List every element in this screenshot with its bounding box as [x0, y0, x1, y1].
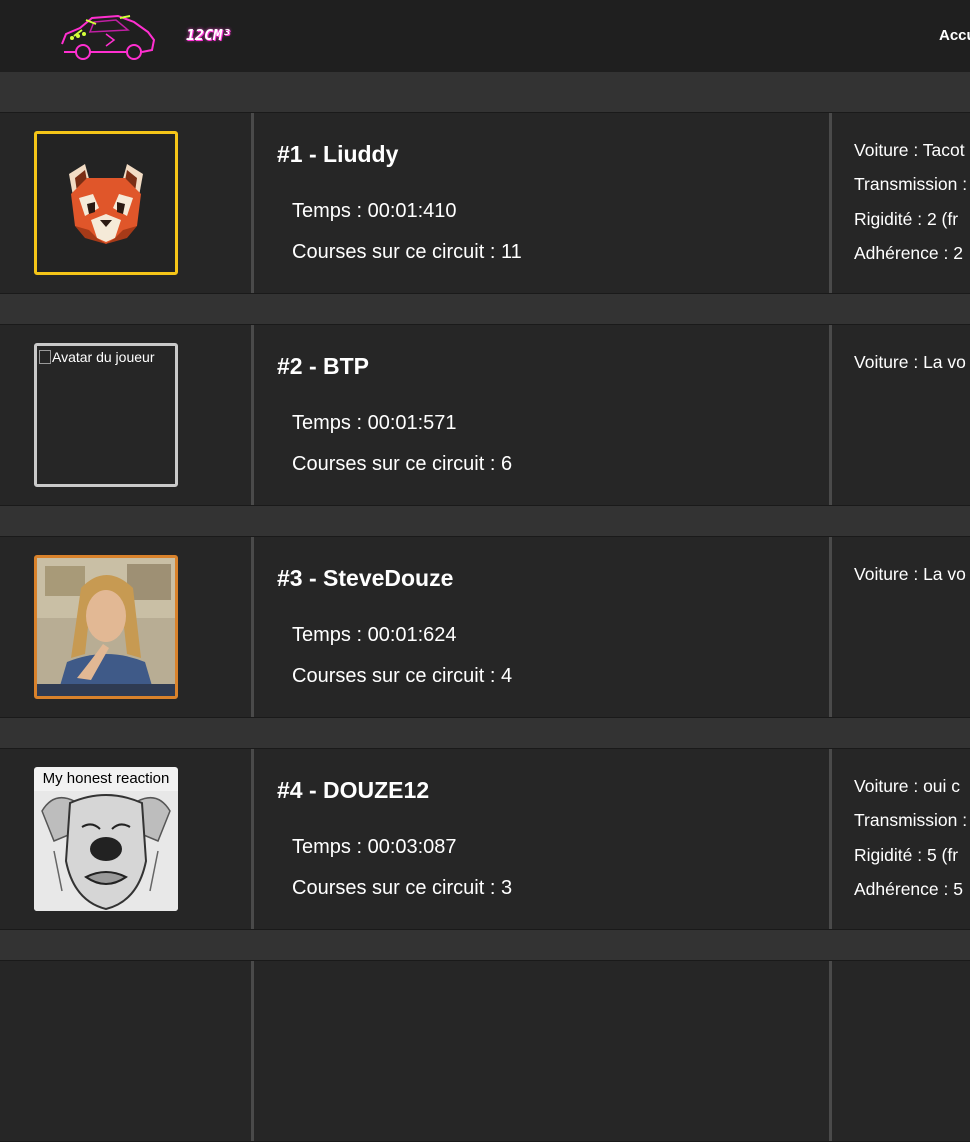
avatar-alt-text: Avatar du joueur [39, 349, 154, 365]
row-divider-right [829, 325, 832, 505]
car-transmission: Transmission : [854, 174, 968, 194]
leaderboard-row [0, 960, 970, 1142]
neon-car-logo-icon[interactable] [56, 10, 160, 62]
car-rigidity: Rigidité : 5 (fr [854, 845, 959, 865]
car-name: Voiture : Tacot [854, 140, 965, 160]
row-divider-left [251, 113, 254, 293]
row-divider-right [829, 537, 832, 717]
player-avatar: Avatar du joueur [34, 343, 178, 487]
car-grip: Adhérence : 5 [854, 879, 963, 899]
car-name: Voiture : La vo [854, 352, 966, 372]
player-avatar: My honest reaction [34, 767, 178, 911]
player-rank-name: #2 - BTP [277, 353, 370, 379]
nav-link-accueil[interactable]: Accu [939, 27, 970, 44]
row-divider-left [251, 537, 254, 717]
row-divider-right [829, 749, 832, 929]
player-rank-name: #1 - Liuddy [277, 141, 399, 167]
player-race-count: Courses sur ce circuit : 6 [292, 453, 513, 475]
player-time: Temps : 00:01:571 [292, 412, 457, 434]
row-divider-right [829, 113, 832, 293]
player-time: Temps : 00:03:087 [292, 836, 457, 858]
player-race-count: Courses sur ce circuit : 3 [292, 877, 513, 899]
leaderboard-row: #1 - Liuddy Temps : 00:01:410 Courses su… [0, 112, 970, 294]
meme-caption: My honest reaction [42, 770, 170, 787]
row-divider-right [829, 961, 832, 1141]
player-race-count: Courses sur ce circuit : 11 [292, 241, 522, 263]
player-avatar [34, 131, 178, 275]
person-photo-icon [37, 558, 175, 696]
red-panda-icon [69, 164, 143, 244]
player-time: Temps : 00:01:410 [292, 200, 457, 222]
car-grip: Adhérence : 2 [854, 243, 963, 263]
leaderboard-row: Avatar du joueur #2 - BTP Temps : 00:01:… [0, 324, 970, 506]
row-divider-left [251, 961, 254, 1141]
navbar: 12CM³ Accu [0, 0, 970, 72]
player-rank-name: #3 - SteveDouze [277, 565, 454, 591]
car-rigidity: Rigidité : 2 (fr [854, 209, 959, 229]
car-transmission: Transmission : [854, 810, 968, 830]
row-divider-left [251, 749, 254, 929]
leaderboard-row: My honest reaction #4 - DOUZE12 Temps : … [0, 748, 970, 930]
broken-image-icon [39, 350, 51, 364]
leaderboard-row: #3 - SteveDouze Temps : 00:01:624 Course… [0, 536, 970, 718]
player-rank-name: #4 - DOUZE12 [277, 777, 430, 803]
car-name: Voiture : La vo [854, 564, 966, 584]
player-race-count: Courses sur ce circuit : 4 [292, 665, 513, 687]
row-divider-left [251, 325, 254, 505]
player-time: Temps : 00:01:624 [292, 624, 457, 646]
car-name: Voiture : oui c [854, 776, 961, 796]
site-brand[interactable]: 12CM³ [186, 26, 231, 44]
player-avatar [34, 555, 178, 699]
meme-sketch-icon [34, 791, 178, 911]
